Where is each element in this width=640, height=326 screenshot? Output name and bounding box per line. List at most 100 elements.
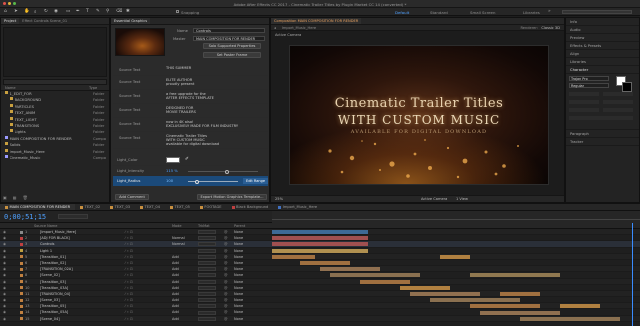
timeline-search-input[interactable]: [58, 214, 88, 219]
layer-duration-bar[interactable]: [272, 242, 368, 247]
timeline-tab[interactable]: TEXT_04: [135, 204, 165, 210]
playhead[interactable]: [632, 223, 633, 326]
edit-range-button[interactable]: Edit Range: [243, 178, 268, 184]
layer-duration-bar[interactable]: [480, 310, 560, 315]
layer-trkmat[interactable]: [198, 310, 216, 315]
layer-trkmat[interactable]: [198, 285, 216, 290]
tab-project[interactable]: Project: [1, 18, 20, 24]
layer-trkmat[interactable]: [198, 254, 216, 259]
layer-duration-bar[interactable]: [470, 304, 540, 309]
footer-views[interactable]: 1 View: [456, 197, 468, 201]
font-size-field[interactable]: [569, 92, 599, 96]
panel-preview[interactable]: Preview: [566, 34, 639, 42]
home-icon[interactable]: ⌂: [4, 9, 7, 14]
light-color-swatch[interactable]: [166, 156, 180, 163]
column-parent[interactable]: Parent: [234, 224, 245, 228]
layer-duration-bar[interactable]: [320, 267, 380, 272]
new-folder-icon[interactable]: ▣: [3, 195, 7, 200]
layer-trkmat[interactable]: [198, 279, 216, 284]
workspace-standard[interactable]: Standard: [430, 10, 448, 15]
workspace-overflow-icon[interactable]: »: [548, 9, 551, 14]
stroke-width-field[interactable]: [569, 108, 599, 112]
eyedropper-icon[interactable]: ✐: [185, 157, 189, 162]
footer-active-camera[interactable]: Active Camera: [421, 197, 447, 201]
brush-tool-icon[interactable]: ✎: [96, 9, 100, 14]
kerning-field[interactable]: [569, 100, 599, 104]
tab-essential-graphics[interactable]: Essential Graphics: [111, 18, 151, 24]
layer-trkmat[interactable]: [198, 316, 216, 321]
layer-duration-bar[interactable]: [560, 304, 600, 309]
column-trkmat[interactable]: TrkMat: [198, 224, 210, 228]
layer-trkmat[interactable]: [198, 273, 216, 278]
layer-duration-bar[interactable]: [272, 236, 368, 241]
layer-duration-bar[interactable]: [400, 285, 450, 290]
layer-duration-bar[interactable]: [430, 298, 520, 303]
light-intensity-slider-thumb[interactable]: [225, 169, 229, 174]
light-radius-row[interactable]: Light_Radius 100 Edit Range: [113, 176, 268, 186]
snapping-checkbox[interactable]: [176, 10, 179, 13]
layer-duration-bar[interactable]: [500, 291, 540, 296]
source-text-row[interactable]: Source Text ELITE AUTHOR proudly present: [113, 76, 268, 90]
layer-trkmat[interactable]: [198, 248, 216, 253]
column-name[interactable]: Name: [5, 85, 89, 90]
layer-switches[interactable]: ⁄ ∙ ⊡: [125, 316, 133, 322]
layer-duration-bar[interactable]: [272, 254, 315, 259]
layer-duration-bar[interactable]: [272, 230, 368, 235]
renderer-value[interactable]: Classic 3D: [541, 26, 560, 30]
camera-tool-icon[interactable]: ◉: [54, 9, 58, 14]
time-ruler[interactable]: [272, 211, 640, 223]
layer-duration-bar[interactable]: [330, 273, 420, 278]
panel-effects-presets[interactable]: Effects & Presets: [566, 42, 639, 50]
export-motion-graphics-template-button[interactable]: Export Motion Graphics Template...: [197, 194, 267, 200]
source-text-value[interactable]: a free upgrade for the AFTER EFFECTS TEM…: [166, 92, 214, 100]
timeline-tab[interactable]: Black Background: [227, 204, 274, 210]
light-intensity-slider-track[interactable]: [188, 171, 258, 172]
composition-viewer[interactable]: Cinematic Trailer Titles WITH CUSTOM MUS…: [289, 45, 549, 185]
zoom-tool-icon[interactable]: ⌕: [34, 9, 37, 15]
layer-mode[interactable]: Add: [172, 316, 179, 322]
source-text-value[interactable]: ELITE AUTHOR proudly present: [166, 78, 194, 86]
subtab-import-music[interactable]: Import_Music_Here: [279, 25, 319, 31]
rectangle-tool-icon[interactable]: ▭: [66, 9, 70, 14]
layer-duration-bar[interactable]: [410, 291, 480, 296]
column-source-name[interactable]: Source Name: [34, 224, 57, 228]
layer-trkmat[interactable]: [198, 236, 216, 241]
source-text-row[interactable]: Source Text Cinematic Trailer Titles WITH…: [113, 132, 268, 149]
source-text-value[interactable]: DESIGNED FOR MOVIE TRAILERS: [166, 106, 196, 114]
layer-trkmat[interactable]: [198, 267, 216, 272]
layer-duration-bar[interactable]: [272, 248, 368, 253]
layer-trkmat[interactable]: [198, 261, 216, 266]
trash-icon[interactable]: 🗑: [23, 195, 28, 200]
eraser-tool-icon[interactable]: ⌫: [116, 9, 122, 14]
tracking-field[interactable]: [603, 100, 633, 104]
tab-composition[interactable]: Composition MAIN COMPOSITION FOR RENDER: [271, 18, 362, 24]
panel-libraries[interactable]: Libraries: [566, 58, 639, 66]
current-timecode[interactable]: 0;00;51;15: [4, 213, 46, 221]
panel-character[interactable]: Character: [566, 66, 639, 74]
layer-trkmat[interactable]: [198, 304, 216, 309]
source-text-row[interactable]: Source Text DESIGNED FOR MOVIE TRAILERS: [113, 104, 268, 118]
source-text-value[interactable]: now in 4K also! EXCLUSIVELY MADE FOR FIL…: [166, 120, 238, 128]
workspace-libraries[interactable]: Libraries: [523, 10, 540, 15]
master-select[interactable]: MAIN COMPOSITION FOR RENDER: [193, 35, 265, 41]
font-family-select[interactable]: Trajan Pro: [569, 76, 609, 81]
layer-duration-bar[interactable]: [520, 316, 620, 321]
panel-info[interactable]: Info: [566, 18, 639, 26]
font-style-select[interactable]: Regular: [569, 83, 609, 88]
panel-paragraph[interactable]: Paragraph: [566, 130, 639, 138]
layer-trkmat[interactable]: [198, 298, 216, 303]
source-text-row[interactable]: Source Text THIS SUMMER: [113, 64, 268, 76]
timeline-tab[interactable]: TEXT_02: [75, 204, 105, 210]
leading-field[interactable]: [603, 92, 633, 96]
subtab-main-comp[interactable]: ◂: [271, 25, 279, 31]
selection-tool-icon[interactable]: ➤: [14, 9, 18, 14]
timeline-tab[interactable]: MAIN COMPOSITION FOR RENDER: [0, 204, 76, 210]
search-help-input[interactable]: [562, 10, 632, 14]
panel-tracker[interactable]: Tracker: [566, 138, 639, 146]
light-radius-slider-thumb[interactable]: [195, 179, 199, 184]
visibility-eye-icon[interactable]: ◉: [3, 316, 6, 322]
timeline-tab[interactable]: FOOTAGE: [195, 204, 227, 210]
layer-trkmat[interactable]: [198, 242, 216, 247]
new-comp-icon[interactable]: ▦: [13, 195, 17, 200]
stamp-tool-icon[interactable]: ⚲: [106, 9, 109, 14]
